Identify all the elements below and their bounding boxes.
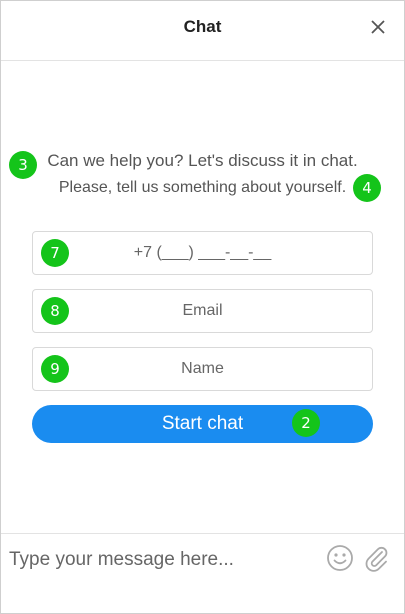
close-icon[interactable]	[366, 15, 390, 39]
chat-title: Chat	[183, 17, 222, 36]
message-composer	[1, 533, 404, 613]
phone-input[interactable]	[33, 232, 372, 274]
message-input[interactable]	[9, 546, 309, 574]
intro-text-line2: Please, tell us something about yourself…	[58, 179, 347, 196]
name-field[interactable]	[32, 347, 373, 391]
annotation-badge: 9	[41, 355, 69, 383]
annotation-badge: 7	[41, 239, 69, 267]
annotation-badge: 2	[292, 409, 320, 437]
annotation-badge: 8	[41, 297, 69, 325]
paperclip-icon[interactable]	[361, 543, 391, 573]
annotation-badge: 4	[353, 174, 381, 202]
chat-window: Chat Can we help you? Let's discuss it i…	[0, 0, 405, 614]
annotation-badge: 3	[9, 151, 37, 179]
phone-field[interactable]	[32, 231, 373, 275]
start-chat-button[interactable]: Start chat	[32, 405, 373, 443]
smiley-icon[interactable]	[325, 543, 355, 573]
email-field[interactable]	[32, 289, 373, 333]
chat-header: Chat	[1, 1, 404, 61]
intro-text-line1: Can we help you? Let's discuss it in cha…	[47, 151, 358, 170]
name-input[interactable]	[33, 348, 372, 390]
email-input[interactable]	[33, 290, 372, 332]
